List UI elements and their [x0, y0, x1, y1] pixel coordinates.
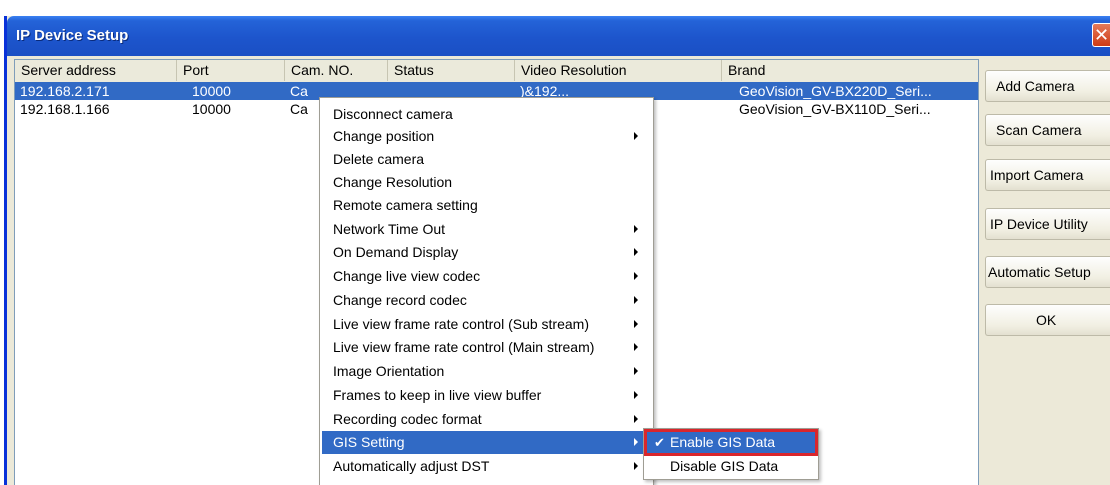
menu-item-change-position[interactable]: Change position — [322, 125, 651, 148]
gis-submenu: ✔ Enable GIS Data Disable GIS Data — [643, 428, 819, 480]
menu-item-label: Delete camera — [333, 151, 425, 167]
cell-server-address: 192.168.2.171 — [20, 83, 110, 99]
submenu-arrow-icon — [634, 296, 638, 304]
submenu-arrow-icon — [634, 248, 638, 256]
menu-item-automatically-adjust-dst[interactable]: Automatically adjust DST — [322, 455, 651, 478]
menu-item-label: Recording codec format — [333, 411, 482, 427]
menu-item-change-live-view-codec[interactable]: Change live view codec — [322, 265, 651, 288]
menu-item-label: Disconnect camera — [333, 106, 453, 122]
context-menu: Disconnect camera Change position Delete… — [319, 97, 654, 485]
menu-item-change-record-codec[interactable]: Change record codec — [322, 289, 651, 312]
menu-item-on-demand-display[interactable]: On Demand Display — [322, 241, 651, 264]
column-header-port[interactable]: Port — [177, 60, 285, 81]
menu-item-label: Network Time Out — [333, 221, 446, 237]
menu-item-delete-camera[interactable]: Delete camera — [322, 148, 651, 171]
menu-item-live-view-frame-rate-sub[interactable]: Live view frame rate control (Sub stream… — [322, 313, 651, 336]
column-header-status[interactable]: Status — [388, 60, 515, 81]
cell-brand: GeoVision_GV-BX220D_Seri... — [739, 83, 932, 99]
column-header-server-address[interactable]: Server address — [15, 60, 177, 81]
submenu-arrow-icon — [634, 462, 638, 470]
menu-item-change-resolution[interactable]: Change Resolution — [322, 171, 651, 194]
menu-item-label: Enable GIS Data — [670, 434, 776, 450]
column-header-cam-no[interactable]: Cam. NO. — [285, 60, 388, 81]
submenu-arrow-icon — [634, 225, 638, 233]
menu-item-network-time-out[interactable]: Network Time Out — [322, 218, 651, 241]
menu-item-remote-camera-setting[interactable]: Remote camera setting — [322, 194, 651, 217]
menu-item-label: Change record codec — [333, 292, 467, 308]
submenu-arrow-icon — [634, 272, 638, 280]
menu-item-label: Live view frame rate control (Sub stream… — [333, 316, 589, 332]
submenu-arrow-icon — [634, 415, 638, 423]
scan-camera-button[interactable]: Scan Camera — [985, 114, 1110, 146]
checkmark-icon: ✔ — [654, 435, 665, 450]
cell-port: 10000 — [192, 83, 231, 99]
menu-item-label: Image Orientation — [333, 363, 445, 379]
menu-item-live-view-frame-rate-main[interactable]: Live view frame rate control (Main strea… — [322, 336, 651, 359]
menu-item-label: Frames to keep in live view buffer — [333, 387, 542, 403]
menu-item-label: Change live view codec — [333, 268, 481, 284]
menu-item-label: Remote camera setting — [333, 197, 478, 213]
menu-item-frames-to-keep-buffer[interactable]: Frames to keep in live view buffer — [322, 384, 651, 407]
submenu-arrow-icon — [634, 391, 638, 399]
add-camera-button[interactable]: Add Camera — [985, 70, 1110, 102]
menu-item-enable-gis-data[interactable]: ✔ Enable GIS Data — [644, 429, 818, 456]
title-bar[interactable]: IP Device Setup ✕ — [7, 16, 1110, 56]
cell-server-address: 192.168.1.166 — [20, 101, 110, 117]
window-title: IP Device Setup — [16, 27, 129, 44]
close-icon: ✕ — [1093, 25, 1110, 45]
menu-item-disconnect-camera[interactable]: Disconnect camera — [322, 103, 651, 126]
submenu-arrow-icon — [634, 438, 638, 446]
import-camera-button[interactable]: Import Camera — [985, 159, 1110, 191]
submenu-arrow-icon — [634, 320, 638, 328]
menu-item-label: Disable GIS Data — [670, 458, 779, 474]
submenu-arrow-icon — [634, 367, 638, 375]
ip-device-utility-button[interactable]: IP Device Utility — [985, 208, 1110, 240]
menu-item-label: Change Resolution — [333, 174, 453, 190]
submenu-arrow-icon — [634, 343, 638, 351]
cell-brand: GeoVision_GV-BX110D_Seri... — [739, 101, 931, 117]
ok-button[interactable]: OK — [985, 304, 1110, 336]
column-header-brand[interactable]: Brand — [722, 60, 978, 81]
menu-item-label: GIS Setting — [333, 434, 405, 450]
cell-port: 10000 — [192, 101, 231, 117]
list-header: Server address Port Cam. NO. Status Vide… — [15, 60, 978, 83]
automatic-setup-button[interactable]: Automatic Setup — [985, 256, 1110, 288]
menu-item-label: Live view frame rate control (Main strea… — [333, 339, 595, 355]
column-header-video-resolution[interactable]: Video Resolution — [515, 60, 722, 81]
menu-item-recording-codec-format[interactable]: Recording codec format — [322, 408, 651, 431]
menu-item-gis-setting[interactable]: GIS Setting — [322, 431, 651, 454]
close-button[interactable]: ✕ — [1092, 23, 1110, 47]
menu-item-label: Change position — [333, 128, 435, 144]
menu-item-label: Automatically adjust DST — [333, 458, 490, 474]
menu-item-image-orientation[interactable]: Image Orientation — [322, 360, 651, 383]
submenu-arrow-icon — [634, 132, 638, 140]
menu-item-label: On Demand Display — [333, 244, 459, 260]
menu-item-disable-gis-data[interactable]: Disable GIS Data — [646, 455, 816, 478]
